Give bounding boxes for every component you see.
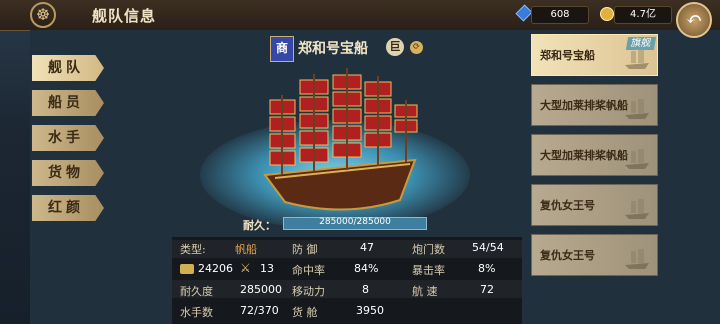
durability-stat-value: 285000: [240, 283, 282, 296]
tab-sailors[interactable]: 水手: [32, 125, 104, 151]
back-button[interactable]: ↶: [676, 2, 712, 38]
ship-card-name: 郑和号宝船: [540, 49, 595, 62]
ship-illustration: [263, 68, 418, 211]
crit-label: 暴击率: [412, 264, 445, 277]
gold-coin-icon: [600, 7, 614, 21]
ship-thumb-icon: [625, 199, 649, 219]
ship-card[interactable]: 复仇女王号: [531, 234, 658, 276]
speed-value: 72: [480, 283, 494, 296]
speed-label: 航 速: [412, 285, 438, 298]
ship-thumb-icon: [625, 49, 649, 69]
merchant-type-badge: 商: [270, 36, 294, 62]
move-value: 8: [362, 283, 369, 296]
sailors-label: 水手数: [180, 306, 213, 319]
ship-card-name: 大型加莱排桨帆船: [540, 149, 628, 162]
swords-value: 13: [260, 262, 274, 275]
tab-beauty[interactable]: 红颜: [32, 195, 104, 221]
tab-crew[interactable]: 船员: [32, 90, 104, 116]
ship-thumb-icon: [625, 149, 649, 169]
durability-stat-label: 耐久度: [180, 285, 213, 298]
gold-bag-icon: [180, 264, 194, 274]
stats-row-bg: [172, 280, 522, 298]
cargo-value: 3950: [356, 304, 384, 317]
gem-icon: [515, 4, 533, 22]
top-bar: ☸ 舰队信息 608 4.7亿: [0, 0, 720, 31]
durability-value: 285000/285000: [319, 217, 391, 227]
gold-count: 4.7亿: [614, 6, 672, 24]
page-title: 舰队信息: [92, 7, 157, 25]
defense-label: 防 御: [292, 243, 318, 256]
ship-card[interactable]: 大型加莱排桨帆船: [531, 84, 658, 126]
hit-value: 84%: [354, 262, 379, 275]
ship-card-name: 复仇女王号: [540, 199, 595, 212]
ship-thumb-icon: [625, 249, 649, 269]
gold-value: 24206: [198, 262, 233, 275]
ship-wheel-icon: ☸: [30, 2, 56, 28]
sailors-value: 72/370: [240, 304, 279, 317]
cargo-label: 货 舱: [292, 306, 318, 319]
durability-bar: 285000/285000: [283, 217, 427, 230]
crossed-swords-icon: ⚔: [240, 261, 251, 275]
size-badge: 巨: [386, 38, 404, 56]
type-value: 帆船: [235, 243, 257, 256]
ship-thumb-icon: [625, 99, 649, 119]
gem-count: 608: [531, 6, 589, 24]
cannon-value: 54/54: [472, 241, 504, 254]
cannon-label: 炮门数: [412, 243, 445, 256]
hit-label: 命中率: [292, 264, 325, 277]
ship-card[interactable]: 郑和号宝船 旗舰: [531, 34, 658, 76]
ship-name: 郑和号宝船: [298, 41, 368, 57]
defense-value: 47: [360, 241, 374, 254]
ship-card[interactable]: 大型加莱排桨帆船: [531, 134, 658, 176]
durability-label: 耐久：: [243, 219, 276, 232]
tab-cargo[interactable]: 货物: [32, 160, 104, 186]
ship-card[interactable]: 复仇女王号: [531, 184, 658, 226]
type-label: 类型:: [180, 243, 206, 256]
move-label: 移动力: [292, 285, 325, 298]
stats-row-bg: [172, 240, 522, 258]
ship-card-name: 复仇女王号: [540, 249, 595, 262]
refresh-icon[interactable]: ⟳: [410, 41, 423, 54]
crit-value: 8%: [478, 262, 496, 275]
tab-fleet[interactable]: 舰队: [32, 55, 104, 81]
ship-card-name: 大型加莱排桨帆船: [540, 99, 628, 112]
